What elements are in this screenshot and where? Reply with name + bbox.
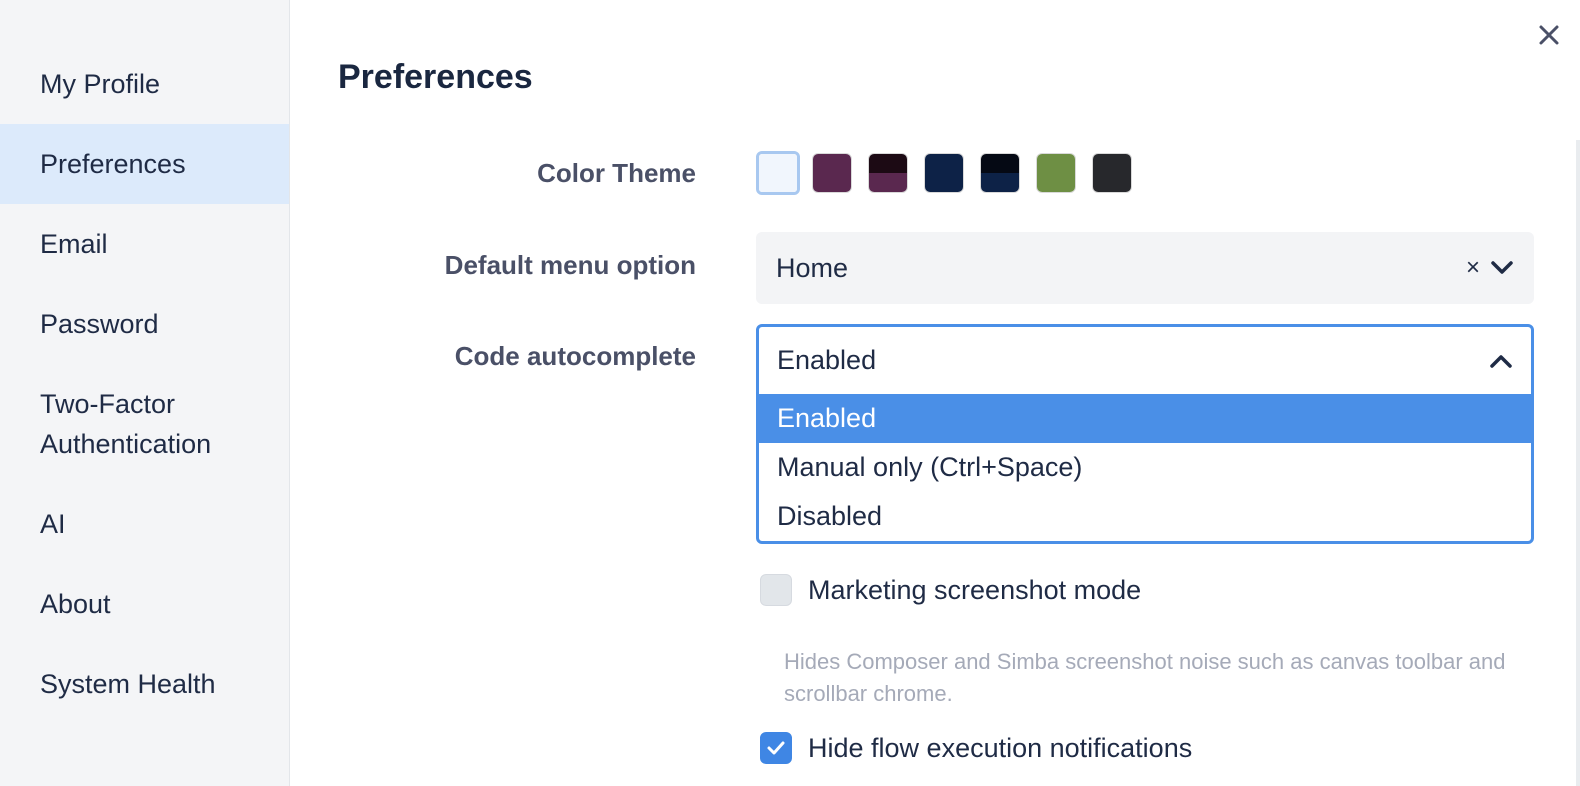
dropdown-option-enabled[interactable]: Enabled bbox=[759, 394, 1531, 443]
sidebar-item-my-profile[interactable]: My Profile bbox=[0, 44, 289, 124]
hide-notifications-checkbox[interactable] bbox=[760, 732, 792, 764]
dropdown-option-disabled[interactable]: Disabled bbox=[759, 492, 1531, 541]
marketing-mode-row: Marketing screenshot mode bbox=[760, 574, 1141, 606]
settings-sidebar: My Profile Preferences Email Password Tw… bbox=[0, 0, 290, 786]
sidebar-item-label: Email bbox=[40, 229, 108, 259]
default-menu-select[interactable]: Home × bbox=[756, 232, 1534, 304]
default-menu-value: Home bbox=[776, 252, 849, 283]
settings-window: My Profile Preferences Email Password Tw… bbox=[0, 0, 1580, 786]
color-theme-label: Color Theme bbox=[537, 158, 696, 188]
close-icon bbox=[1539, 25, 1559, 45]
color-swatch-navy-dark[interactable] bbox=[980, 153, 1020, 193]
code-autocomplete-label: Code autocomplete bbox=[454, 341, 696, 371]
sidebar-item-email[interactable]: Email bbox=[0, 204, 289, 284]
sidebar-item-label: About bbox=[40, 589, 111, 619]
sidebar-item-label: AI bbox=[40, 509, 66, 539]
sidebar-item-preferences[interactable]: Preferences bbox=[0, 124, 289, 204]
color-swatch-charcoal[interactable] bbox=[1092, 153, 1132, 193]
sidebar-item-about[interactable]: About bbox=[0, 564, 289, 644]
color-theme-swatches bbox=[756, 151, 1132, 195]
marketing-mode-label[interactable]: Marketing screenshot mode bbox=[808, 575, 1141, 606]
color-swatch-plum[interactable] bbox=[812, 153, 852, 193]
checkmark-icon bbox=[767, 741, 785, 755]
preferences-panel: Preferences Color Theme Default menu opt… bbox=[290, 0, 1580, 786]
sidebar-item-system-health[interactable]: System Health bbox=[0, 644, 289, 724]
sidebar-item-password[interactable]: Password bbox=[0, 284, 289, 364]
sidebar-item-label: System Health bbox=[40, 669, 216, 699]
sidebar-item-label: Two-Factor Authentication bbox=[40, 389, 212, 459]
code-autocomplete-value: Enabled bbox=[777, 345, 877, 375]
marketing-mode-helper: Hides Composer and Simba screenshot nois… bbox=[784, 649, 1506, 706]
color-swatch-olive[interactable] bbox=[1036, 153, 1076, 193]
code-autocomplete-select[interactable]: Enabled Enabled Manual only (Ctrl+Space)… bbox=[756, 324, 1534, 544]
hide-notifications-label[interactable]: Hide flow execution notifications bbox=[808, 733, 1192, 764]
sidebar-item-label: Preferences bbox=[40, 149, 186, 179]
sidebar-item-label: Password bbox=[40, 309, 159, 339]
chevron-down-icon[interactable] bbox=[1490, 260, 1514, 276]
dropdown-option-manual-only[interactable]: Manual only (Ctrl+Space) bbox=[759, 443, 1531, 492]
default-menu-label: Default menu option bbox=[444, 250, 696, 280]
code-autocomplete-control[interactable]: Enabled bbox=[759, 327, 1531, 394]
color-swatch-plum-dark[interactable] bbox=[868, 153, 908, 193]
color-swatch-navy[interactable] bbox=[924, 153, 964, 193]
sidebar-item-two-factor[interactable]: Two-Factor Authentication bbox=[0, 364, 289, 484]
sidebar-item-ai[interactable]: AI bbox=[0, 484, 289, 564]
clear-icon[interactable]: × bbox=[1466, 254, 1480, 282]
chevron-up-icon[interactable] bbox=[1489, 353, 1513, 369]
page-title: Preferences bbox=[338, 58, 533, 96]
marketing-mode-checkbox[interactable] bbox=[760, 574, 792, 606]
sidebar-item-label: My Profile bbox=[40, 69, 161, 99]
hide-notifications-row: Hide flow execution notifications bbox=[760, 732, 1192, 764]
color-swatch-light[interactable] bbox=[756, 151, 800, 195]
close-button[interactable] bbox=[1532, 18, 1566, 52]
scrollbar[interactable] bbox=[1576, 140, 1580, 786]
